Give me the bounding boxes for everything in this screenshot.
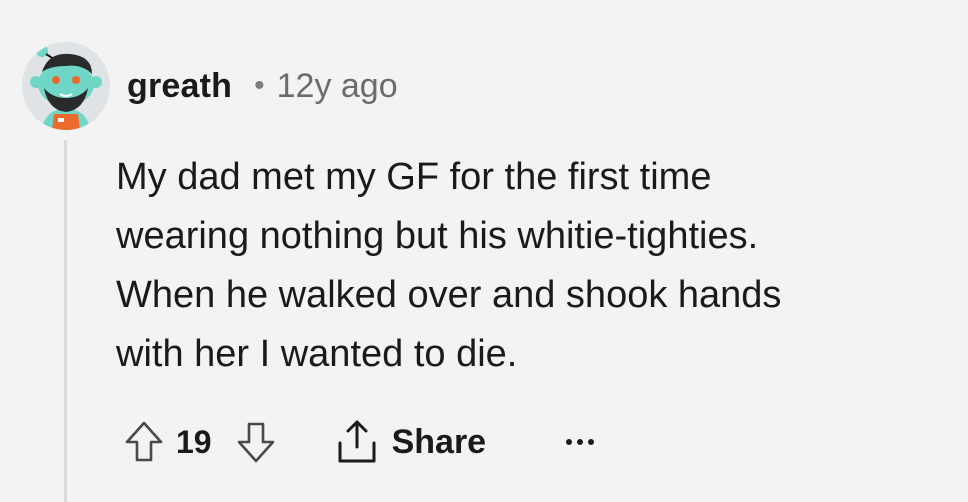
comment-body-line: My dad met my GF for the first time xyxy=(116,156,712,198)
more-options-icon xyxy=(588,439,595,445)
share-label: Share xyxy=(391,422,487,461)
meta-separator: • xyxy=(254,69,265,102)
share-button[interactable]: Share xyxy=(334,419,487,465)
comment-actions: 19 Share xyxy=(122,412,595,472)
comment-body-line: wearing nothing but his whitie-tighties. xyxy=(116,215,759,257)
comment-body-line: with her I wanted to die. xyxy=(116,333,518,375)
more-options-button[interactable] xyxy=(566,422,595,462)
downvote-arrow-icon xyxy=(237,422,274,463)
comment-body-line: When he walked over and shook hands xyxy=(116,274,782,316)
comment-timestamp[interactable]: 12y ago xyxy=(277,67,398,106)
share-icon xyxy=(338,420,376,463)
more-options-icon xyxy=(566,439,573,445)
comment-author[interactable]: greath xyxy=(127,67,232,106)
more-options-icon xyxy=(577,439,584,445)
comment-header: greath • 12y ago xyxy=(22,38,398,134)
comment-body: My dad met my GF for the first time wear… xyxy=(116,148,946,384)
downvote-button[interactable] xyxy=(234,418,278,466)
vote-score: 19 xyxy=(176,423,212,460)
upvote-arrow-icon xyxy=(125,421,163,462)
thread-line[interactable] xyxy=(64,140,67,502)
snoo-avatar-icon[interactable] xyxy=(22,42,110,130)
upvote-button[interactable] xyxy=(122,418,166,466)
